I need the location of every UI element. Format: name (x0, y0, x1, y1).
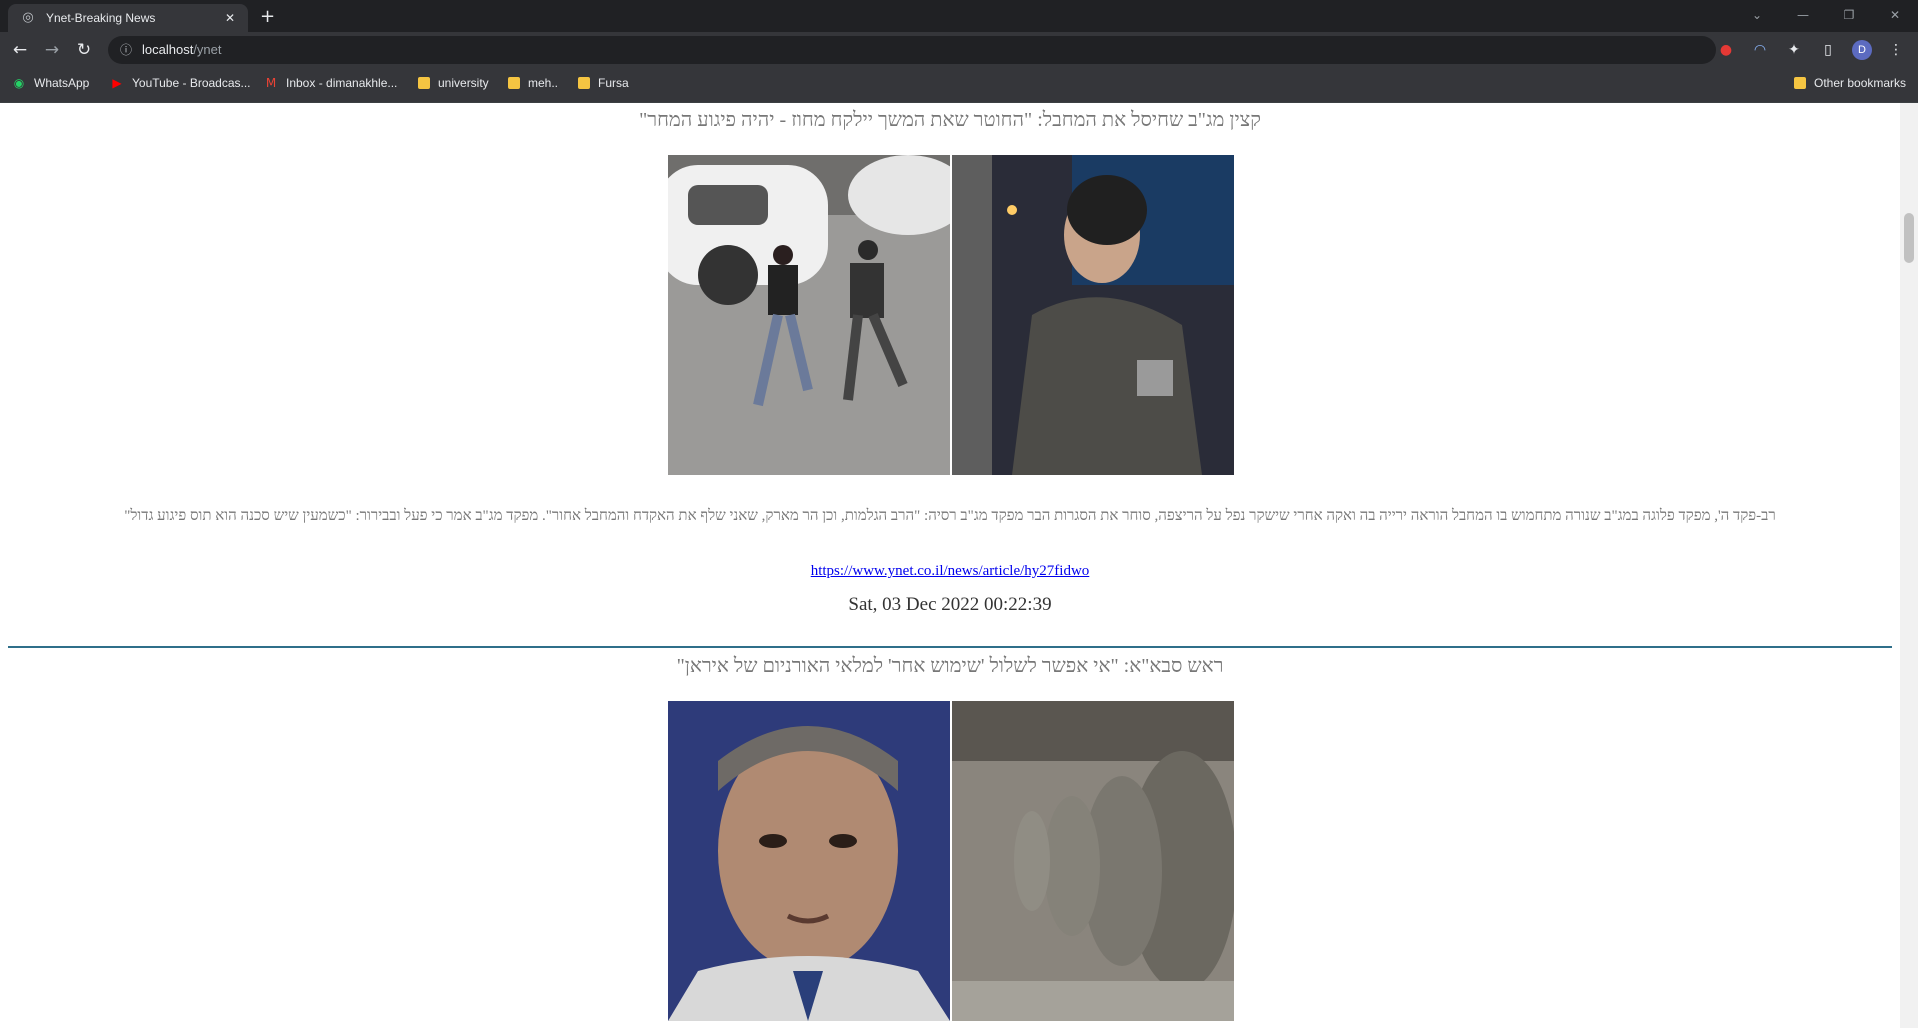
globe-icon: ◎ (22, 10, 34, 25)
forward-icon[interactable]: → (40, 38, 64, 62)
article-image (668, 701, 1234, 1021)
bookmark-whatsapp[interactable]: ◉ WhatsApp (12, 76, 90, 90)
browser-tab[interactable]: ◎ Ynet-Breaking News ✕ (8, 4, 248, 32)
bookmark-fursa[interactable]: Fursa (578, 76, 629, 90)
reload-icon[interactable]: ↻ (72, 38, 96, 62)
article-image (668, 155, 1234, 475)
article-photo-left (668, 701, 950, 1021)
browser-tab-strip: ◎ Ynet-Breaking News ✕ + ⌄ — ❐ ✕ (0, 0, 1918, 32)
new-tab-button[interactable]: + (260, 6, 275, 27)
close-window-icon[interactable]: ✕ (1872, 0, 1918, 32)
site-info-icon[interactable]: ⓘ (118, 42, 134, 58)
back-icon[interactable]: ← (8, 38, 32, 62)
folder-icon (578, 77, 590, 89)
profile-avatar[interactable]: D (1852, 40, 1872, 60)
close-tab-icon[interactable]: ✕ (222, 11, 238, 25)
menu-icon[interactable]: ⋮ (1886, 40, 1906, 60)
folder-icon (1794, 77, 1806, 89)
page-content: קצין מג"ב שחיסל את המחבל: "החוטר שאת המש… (0, 103, 1900, 1028)
bookmark-meh[interactable]: meh.. (508, 76, 558, 90)
browser-toolbar: ← → ↻ ⓘ localhost/ynet ● ◠ ✦ ▯ D ⋮ (0, 32, 1918, 68)
extension-red-icon[interactable]: ● (1716, 40, 1736, 60)
article-headline: ראש סבא"א: "אי אפשר לשלול 'שימוש אחר' למ… (676, 655, 1224, 677)
page-scrollbar[interactable] (1900, 103, 1918, 1028)
whatsapp-icon: ◉ (13, 76, 25, 90)
folder-icon (418, 77, 430, 89)
article-headline: קצין מג"ב שחיסל את המחבל: "החוטר שאת המש… (639, 109, 1261, 131)
url-text[interactable]: localhost/ynet (142, 42, 222, 57)
side-panel-icon[interactable]: ▯ (1818, 40, 1838, 60)
tab-title: Ynet-Breaking News (46, 11, 156, 25)
bookmark-university[interactable]: university (418, 76, 489, 90)
bookmarks-bar: ◉ WhatsApp ▶ YouTube - Broadcas... M Inb… (0, 68, 1918, 103)
bookmark-gmail[interactable]: M Inbox - dimanakhle... (264, 76, 398, 90)
bookmark-other[interactable]: Other bookmarks (1794, 76, 1906, 90)
tab-search-icon[interactable]: ⌄ (1734, 0, 1780, 32)
article-summary: רב-פקד ה', מפקד פלוגה במג"ב שנורה מתחמוש… (124, 508, 1776, 524)
scrollbar-thumb[interactable] (1904, 213, 1914, 263)
youtube-icon: ▶ (112, 76, 122, 90)
article-photo-right (952, 701, 1234, 1021)
puzzle-icon[interactable]: ✦ (1784, 40, 1804, 60)
article-photo-right (952, 155, 1234, 475)
window-controls: ⌄ — ❐ ✕ (1734, 0, 1918, 32)
gmail-icon: M (265, 76, 277, 90)
extension-blue-icon[interactable]: ◠ (1750, 40, 1770, 60)
article-date: Sat, 03 Dec 2022 00:22:39 (848, 594, 1052, 615)
article-photo-left (668, 155, 950, 475)
article-divider (8, 646, 1892, 648)
bookmark-youtube[interactable]: ▶ YouTube - Broadcas... (110, 76, 250, 90)
address-bar[interactable]: ⓘ localhost/ynet (108, 36, 1716, 64)
minimize-icon[interactable]: — (1780, 0, 1826, 32)
folder-icon (508, 77, 520, 89)
restore-icon[interactable]: ❐ (1826, 0, 1872, 32)
article-link[interactable]: https://www.ynet.co.il/news/article/hy27… (0, 563, 1900, 580)
extensions-area: ● ◠ ✦ ▯ D ⋮ (1716, 40, 1906, 60)
